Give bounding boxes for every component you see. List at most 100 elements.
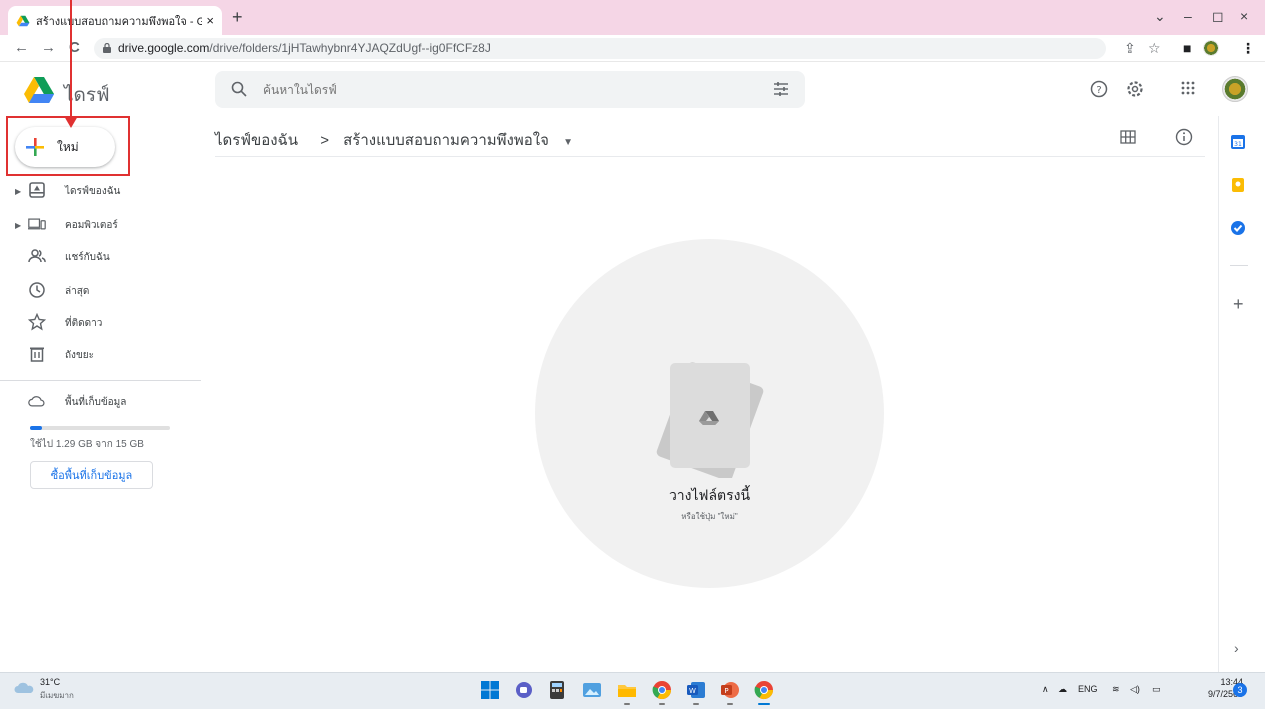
sidebar-divider <box>0 380 201 381</box>
powerpoint-icon[interactable]: P <box>720 680 740 700</box>
notification-badge[interactable]: 3 <box>1233 683 1247 697</box>
browser-menu-icon[interactable]: ⋮ <box>1241 40 1255 57</box>
svg-text:31: 31 <box>1234 141 1242 148</box>
wifi-icon[interactable]: ≋ <box>1112 684 1120 695</box>
chrome-app-icon[interactable] <box>652 680 672 700</box>
taskbar-running-dot <box>693 703 699 705</box>
sidebar-item-recent[interactable]: ล่าสุด <box>0 281 201 301</box>
drop-zone-title: วางไฟล์ตรงนี้ <box>668 487 751 503</box>
search-input[interactable] <box>263 79 743 101</box>
chrome-profile-icon[interactable] <box>754 680 774 700</box>
new-tab-button[interactable]: + <box>232 7 243 28</box>
profile-avatar-small[interactable] <box>1203 40 1219 56</box>
share-icon[interactable]: ⇪ <box>1124 40 1136 57</box>
breadcrumb-separator: > <box>320 132 329 149</box>
expand-caret-icon[interactable]: ▶ <box>15 187 21 196</box>
url-field[interactable]: drive.google.com/drive/folders/1jHTawhyb… <box>94 38 1106 59</box>
calculator-icon[interactable] <box>547 680 567 700</box>
search-options-icon[interactable] <box>773 81 789 97</box>
side-panel-icon[interactable]: ■ <box>1183 40 1191 56</box>
bookmark-star-icon[interactable]: ☆ <box>1148 40 1161 57</box>
search-box[interactable] <box>215 71 805 108</box>
photos-icon[interactable] <box>582 680 602 700</box>
close-window-button[interactable]: × <box>1240 8 1248 24</box>
collapse-panel-icon[interactable]: › <box>1234 640 1239 656</box>
sidebar-item-computers[interactable]: ▶ คอมพิวเตอร์ <box>0 215 201 235</box>
buy-storage-button[interactable]: ซื้อพื้นที่เก็บข้อมูล <box>30 461 153 489</box>
taskbar-active-indicator <box>758 703 770 705</box>
tray-chevron-icon[interactable]: ∧ <box>1042 684 1049 695</box>
help-icon[interactable]: ? <box>1090 80 1108 98</box>
sidebar-item-starred[interactable]: ที่ติดดาว <box>0 313 201 333</box>
tab-close-icon[interactable]: × <box>206 13 214 28</box>
sidebar-item-label: แชร์กับฉัน <box>65 251 110 263</box>
add-addon-icon[interactable]: + <box>1233 294 1244 315</box>
back-button[interactable]: ← <box>14 39 29 56</box>
volume-icon[interactable]: ◁) <box>1130 684 1140 695</box>
breadcrumb-current-folder[interactable]: สร้างแบบสอบถามความพึงพอใจ <box>343 132 549 149</box>
word-icon[interactable]: W <box>686 680 706 700</box>
sidebar-item-storage[interactable]: พื้นที่เก็บข้อมูล <box>0 392 201 412</box>
input-language[interactable]: ENG <box>1078 684 1098 694</box>
taskbar-running-dot <box>659 703 665 705</box>
account-avatar[interactable] <box>1222 76 1248 102</box>
url-path: /drive/folders/1jHTawhybnr4YJAQZdUgf--ig… <box>209 41 491 55</box>
sidebar-item-shared-with-me[interactable]: แชร์กับฉัน <box>0 247 201 267</box>
annotation-arrow-head <box>64 116 78 128</box>
drop-zone-subtitle: หรือใช้ปุ่ม "ใหม่" <box>681 512 738 521</box>
search-icon[interactable] <box>231 81 247 97</box>
sidebar-item-label: ที่ติดดาว <box>65 317 103 329</box>
main-header-divider <box>215 156 1205 157</box>
file-explorer-icon[interactable] <box>617 680 637 700</box>
calendar-icon[interactable]: 31 <box>1230 134 1246 150</box>
start-windows-icon[interactable] <box>480 680 500 700</box>
breadcrumb: ไดรฟ์ของฉัน > สร้างแบบสอบถามความพึงพอใจ … <box>215 128 581 152</box>
expand-caret-icon[interactable]: ▶ <box>15 221 21 230</box>
browser-tab[interactable]: สร้างแบบสอบถามความพึงพอใจ - Goo × <box>8 6 222 35</box>
settings-gear-icon[interactable] <box>1126 80 1144 98</box>
weather-cloud-icon[interactable] <box>14 680 36 694</box>
apps-grid-icon[interactable] <box>1180 80 1196 96</box>
url-host: drive.google.com <box>118 41 210 55</box>
svg-text:P: P <box>724 687 728 695</box>
onedrive-icon[interactable]: ☁ <box>1058 684 1067 695</box>
tasks-icon[interactable] <box>1230 220 1246 236</box>
minimize-button[interactable]: – <box>1184 8 1192 24</box>
annotation-arrow-line <box>70 0 72 122</box>
svg-text:?: ? <box>1096 85 1101 96</box>
tab-search-icon[interactable]: ⌄ <box>1154 8 1166 25</box>
weather-description[interactable]: มีเมฆมาก <box>40 689 74 702</box>
storage-progress-fill <box>30 426 43 430</box>
storage-label: พื้นที่เก็บข้อมูล <box>65 396 127 408</box>
address-bar-row: ← → C drive.google.com/drive/folders/1jH… <box>0 35 1265 62</box>
sidebar-item-trash[interactable]: ถังขยะ <box>0 345 201 365</box>
keep-icon[interactable] <box>1230 177 1246 193</box>
weather-temperature[interactable]: 31°C <box>40 677 60 687</box>
breadcrumb-root[interactable]: ไดรฟ์ของฉัน <box>215 132 298 149</box>
clock-icon <box>29 282 45 298</box>
info-icon[interactable] <box>1175 128 1193 146</box>
folder-dropdown-icon[interactable]: ▼ <box>563 137 573 148</box>
sidebar-item-label: ไดรฟ์ของฉัน <box>65 185 121 197</box>
my-drive-icon <box>29 182 45 198</box>
tab-title: สร้างแบบสอบถามความพึงพอใจ - Goo <box>36 15 203 28</box>
battery-icon[interactable]: ▭ <box>1152 684 1161 695</box>
storage-used-text: ใช้ไป 1.29 GB จาก 15 GB <box>30 439 144 450</box>
sidebar-item-label: ล่าสุด <box>65 285 90 297</box>
sidebar-item-my-drive[interactable]: ▶ ไดรฟ์ของฉัน <box>0 181 201 201</box>
cloud-icon <box>28 396 45 407</box>
sidebar-item-label: ถังขยะ <box>65 349 95 361</box>
drive-favicon-icon <box>16 15 30 26</box>
browser-tab-strip: สร้างแบบสอบถามความพึงพอใจ - Goo × + ⌄ – … <box>0 0 1265 35</box>
sidebar-item-label: คอมพิวเตอร์ <box>65 219 118 231</box>
chat-icon[interactable] <box>514 680 534 700</box>
grid-view-icon[interactable] <box>1120 130 1136 144</box>
forward-button[interactable]: → <box>41 39 56 56</box>
computer-icon <box>28 218 46 230</box>
drop-files-illustration-icon <box>656 362 764 478</box>
drive-logo-icon[interactable] <box>24 77 54 103</box>
maximize-button[interactable]: ◻ <box>1212 8 1224 25</box>
taskbar-running-dot <box>727 703 733 705</box>
lock-icon[interactable] <box>103 43 111 53</box>
trash-icon <box>30 347 44 362</box>
